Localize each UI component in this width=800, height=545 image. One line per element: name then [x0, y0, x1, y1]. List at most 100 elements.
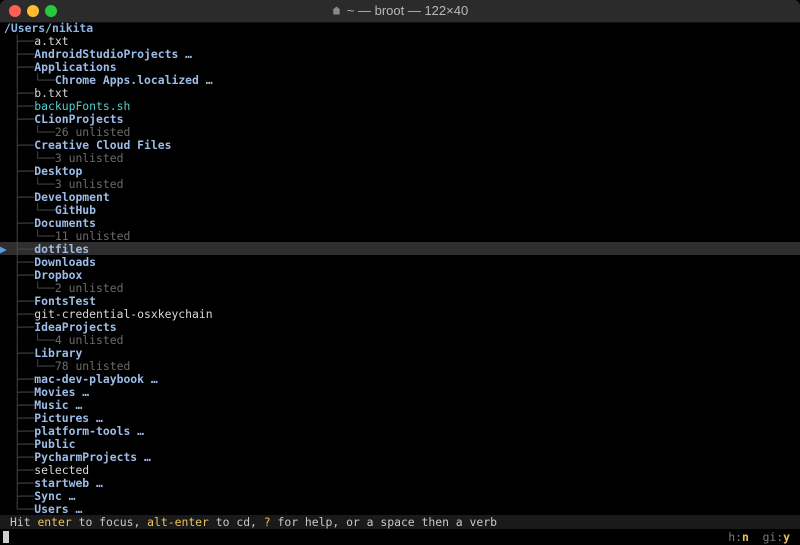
key-hint: ?	[263, 515, 271, 529]
gutter	[0, 359, 14, 373]
gutter	[0, 190, 14, 204]
tree-branch: ├──	[13, 255, 35, 269]
tree-branch: ├──	[13, 463, 35, 477]
tree-branch: ├──	[13, 450, 35, 464]
entry-name: 4 unlisted	[54, 333, 124, 347]
tree-branch: ├──	[13, 86, 35, 100]
hint-text: for help, or a space then a verb	[270, 515, 497, 529]
tree-branch: │ └──	[13, 203, 55, 217]
tree-entry[interactable]: ├──Sync …	[0, 490, 800, 503]
tree-entry[interactable]: ├──platform-tools …	[0, 425, 800, 438]
gutter	[0, 268, 14, 282]
hidden-flag-value: n	[741, 530, 749, 544]
gutter	[0, 86, 14, 100]
entry-name: CLionProjects	[34, 112, 124, 126]
entry-name: 3 unlisted	[54, 177, 124, 191]
tree-entry[interactable]: ├──mac-dev-playbook …	[0, 373, 800, 386]
entry-name: 26 unlisted	[54, 125, 131, 139]
tree-branch: └──	[13, 502, 35, 516]
text-cursor	[3, 531, 9, 543]
tree-branch: ├──	[13, 437, 35, 451]
tree-branch: ├──	[13, 268, 35, 282]
entry-name: 11 unlisted	[54, 229, 131, 243]
gutter	[0, 164, 14, 178]
gutter	[0, 60, 14, 74]
terminal-window: ~ — broot — 122×40 /Users/nikita ├──a.tx…	[0, 0, 800, 545]
gutter	[0, 34, 14, 48]
flags-indicator: h:n gi:y	[728, 530, 790, 544]
entry-name: Dropbox	[34, 268, 83, 282]
gutter	[0, 255, 14, 269]
title-bar: ~ — broot — 122×40	[0, 0, 800, 23]
tree-entry[interactable]: ├──Music …	[0, 399, 800, 412]
unlisted-count: │ └──11 unlisted	[0, 230, 800, 243]
tree-entry[interactable]: ├──selected	[0, 464, 800, 477]
gutter	[0, 47, 14, 61]
broot-tree-view[interactable]: /Users/nikita ├──a.txt ├──AndroidStudioP…	[0, 22, 800, 545]
key-hint: enter	[37, 515, 72, 529]
tree-entry[interactable]: ├──AndroidStudioProjects …	[0, 48, 800, 61]
tree-entry[interactable]: ├──Downloads	[0, 256, 800, 269]
entry-name: Creative Cloud Files	[34, 138, 172, 152]
unlisted-count: │ └──3 unlisted	[0, 152, 800, 165]
gutter	[0, 138, 14, 152]
gutter	[0, 463, 14, 477]
tree-entry[interactable]: │ └──GitHub	[0, 204, 800, 217]
entry-name: startweb …	[34, 476, 103, 490]
entry-name: Development	[34, 190, 110, 204]
entry-name: 78 unlisted	[54, 359, 131, 373]
key-hint: alt-enter	[147, 515, 209, 529]
tree-branch: ├──	[13, 424, 35, 438]
entry-name: FontsTest	[34, 294, 97, 308]
gutter	[0, 411, 14, 425]
hint-text: to focus,	[71, 515, 148, 529]
gutter	[0, 476, 14, 490]
hint-text: to cd,	[208, 515, 264, 529]
gitignore-flag-value: y	[783, 530, 790, 544]
gutter	[0, 73, 14, 87]
entry-name: Sync …	[34, 489, 76, 503]
tree-entry[interactable]: ├──git-credential-osxkeychain	[0, 308, 800, 321]
triangle-right-icon: ▶	[0, 242, 14, 256]
entry-name: Library	[34, 346, 83, 360]
tree-branch: ├──	[13, 294, 35, 308]
entry-name: Chrome Apps.localized …	[54, 73, 213, 87]
tree-entry[interactable]: ├──PycharmProjects …	[0, 451, 800, 464]
entry-name: Applications	[34, 60, 117, 74]
entry-name: 3 unlisted	[54, 151, 124, 165]
home-icon	[332, 6, 341, 15]
tree-entry[interactable]: ├──startweb …	[0, 477, 800, 490]
tree-branch: ├──	[13, 398, 35, 412]
gutter	[0, 385, 14, 399]
command-input[interactable]: h:n gi:y	[0, 529, 800, 545]
entry-name: Pictures …	[34, 411, 103, 425]
unlisted-count: │ └──2 unlisted	[0, 282, 800, 295]
entry-name: Desktop	[34, 164, 83, 178]
status-hint: Hit enter to focus, alt-enter to cd, ? f…	[10, 515, 497, 529]
entry-name: mac-dev-playbook …	[34, 372, 158, 386]
gutter	[0, 307, 14, 321]
entry-name: dotfiles	[34, 242, 90, 256]
tree-branch: ├──	[13, 34, 35, 48]
tree-branch: ├──	[13, 307, 35, 321]
tree-branch: ├──	[13, 346, 35, 360]
gutter	[0, 151, 14, 165]
gutter	[0, 450, 14, 464]
tree-entry[interactable]: │ └──Chrome Apps.localized …	[0, 74, 800, 87]
entry-name: Music …	[34, 398, 83, 412]
tree-branch: │ └──	[13, 125, 55, 139]
tree-branch: │ └──	[13, 359, 55, 373]
unlisted-count: │ └──4 unlisted	[0, 334, 800, 347]
tree-entry[interactable]: ├──Movies …	[0, 386, 800, 399]
tree-entry[interactable]: ▶ ├──dotfiles	[0, 243, 800, 256]
entry-name: Movies …	[34, 385, 90, 399]
tree-entry[interactable]: ├──Development	[0, 191, 800, 204]
tree-branch: ├──	[13, 99, 35, 113]
entry-name: IdeaProjects	[34, 320, 117, 334]
tree-branch: ├──	[13, 112, 35, 126]
entry-name: GitHub	[54, 203, 97, 217]
tree-branch: ├──	[13, 385, 35, 399]
tree-branch: ├──	[13, 411, 35, 425]
window-title-text: ~ — broot — 122×40	[346, 3, 469, 18]
gutter	[0, 99, 14, 113]
